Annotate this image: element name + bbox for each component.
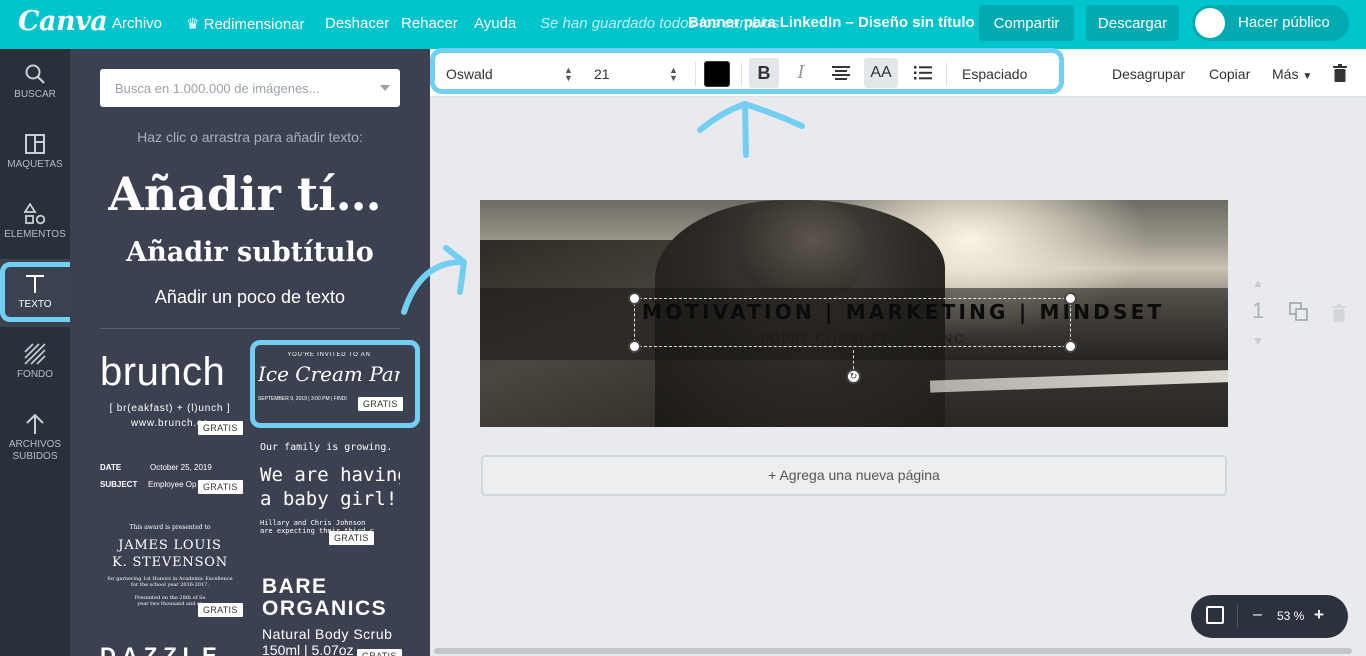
resize-handle-bottom-left[interactable]: [628, 340, 641, 353]
baby-title1: We are having: [260, 464, 400, 486]
make-public-label: Hacer público: [1238, 14, 1330, 31]
search-icon: [25, 64, 45, 84]
ungroup-button[interactable]: Desagrupar: [1112, 66, 1185, 82]
memo-subject-key: SUBJECT: [100, 480, 138, 489]
page-up-icon[interactable]: ▲: [1252, 276, 1264, 290]
background-railing: [929, 369, 1228, 393]
baby-title2: a baby girl!: [260, 488, 398, 510]
rail-label-archivos: ARCHIVOS SUBIDOS: [8, 439, 62, 462]
duplicate-page-icon[interactable]: [1289, 302, 1309, 322]
more-button[interactable]: Más ▼: [1272, 66, 1312, 82]
dazzle-title: DAZZLE: [100, 645, 240, 656]
make-public-toggle[interactable]: Hacer público: [1192, 5, 1349, 41]
trash-icon[interactable]: [1333, 64, 1347, 82]
memo-date-value: October 25, 2019: [150, 463, 212, 472]
menu-ayuda[interactable]: Ayuda: [474, 15, 516, 32]
menu-archivo[interactable]: Archivo: [112, 15, 162, 32]
rail-item-elementos[interactable]: ELEMENTOS: [0, 189, 70, 257]
present-icon[interactable]: [1206, 606, 1224, 624]
add-subheading-button[interactable]: Añadir subtítulo: [70, 237, 430, 268]
award-top: This award is presented to: [129, 524, 211, 531]
menu-redimensionar-label: Redimensionar: [203, 16, 305, 33]
award-name2: K. STEVENSON: [112, 555, 228, 570]
zoom-separator: [1237, 605, 1238, 628]
rail-item-buscar[interactable]: BUSCAR: [0, 49, 70, 117]
gratis-badge: GRATIS: [329, 531, 374, 545]
template-dazzle[interactable]: DAZZLE: [100, 645, 240, 656]
add-heading-button[interactable]: Añadir título: [108, 167, 392, 221]
resize-handle-top-left[interactable]: [628, 292, 641, 305]
brunch-line1: [ br(eakfast) + (l)unch ]: [109, 403, 231, 414]
bare-line2: ORGANICS: [262, 597, 388, 620]
panel-hint: Haz clic o arrastra para añadir texto:: [137, 129, 363, 145]
upload-icon: [26, 413, 44, 434]
image-search-input[interactable]: Busca en 1.000.000 de imágenes...: [100, 69, 400, 107]
download-button[interactable]: Descargar: [1086, 5, 1179, 41]
background-person-head: [735, 200, 865, 300]
toolbar-highlight-annotation: [430, 48, 1064, 94]
template-highlight-annotation: [250, 340, 420, 428]
toggle-knob: [1195, 8, 1225, 38]
gratis-badge: GRATIS: [198, 603, 243, 617]
rail-label-fondo: FONDO: [16, 369, 54, 380]
page-number: 1: [1252, 298, 1265, 323]
zoom-control: – 53 % +: [1191, 595, 1348, 638]
copy-button[interactable]: Copiar: [1209, 66, 1250, 82]
horizontal-scrollbar[interactable]: [434, 648, 1352, 654]
add-page-button[interactable]: + Agrega una nueva página: [481, 455, 1227, 496]
page-down-icon[interactable]: ▼: [1252, 334, 1264, 348]
zoom-in-button[interactable]: +: [1314, 605, 1324, 625]
shapes-icon: [24, 203, 46, 225]
rail-label-elementos: ELEMENTOS: [4, 229, 66, 240]
brunch-title: brunch: [100, 350, 226, 394]
document-title[interactable]: Banner para LinkedIn – Diseño sin título: [688, 14, 975, 31]
resize-handle-top-right[interactable]: [1064, 292, 1077, 305]
rotate-icon[interactable]: ↻: [846, 369, 861, 384]
bare-line3: Natural Body Scrub: [262, 626, 393, 642]
rail-item-fondo[interactable]: FONDO: [0, 329, 70, 397]
layout-icon: [25, 134, 45, 154]
add-body-text-button[interactable]: Añadir un poco de texto: [70, 287, 430, 308]
crown-icon: ♛: [186, 16, 200, 33]
award-desc2: for the school year 2016-2017.: [131, 582, 209, 588]
menu-deshacer[interactable]: Deshacer: [325, 15, 389, 32]
bare-line1: BARE: [262, 576, 328, 598]
selection-box[interactable]: [634, 298, 1071, 347]
rail-label-buscar: BUSCAR: [14, 89, 56, 100]
baby-top: Our family is growing.: [260, 442, 393, 453]
rotate-connector: [853, 350, 854, 369]
menu-rehacer[interactable]: Rehacer: [401, 15, 458, 32]
baby-sub1: Hillary and Chris Johnson: [260, 519, 366, 527]
share-button[interactable]: Compartir: [979, 5, 1074, 41]
memo-subject-value: Employee Op: [148, 480, 197, 489]
more-label: Más: [1272, 66, 1299, 82]
award-name1: JAMES LOUIS: [118, 538, 222, 553]
top-bar: Canva Archivo ♛ Redimensionar Deshacer R…: [0, 0, 1366, 49]
rail-item-archivos-subidos[interactable]: ARCHIVOS SUBIDOS: [0, 399, 70, 479]
gratis-badge: GRATIS: [198, 480, 243, 494]
gratis-badge: GRATIS: [357, 649, 402, 656]
background-icon: [24, 343, 46, 365]
chevron-down-icon[interactable]: [380, 85, 390, 91]
canva-logo[interactable]: Canva: [18, 6, 108, 37]
rail-item-maquetas[interactable]: MAQUETAS: [0, 119, 70, 187]
zoom-out-button[interactable]: –: [1253, 606, 1262, 624]
rail-label-maquetas: MAQUETAS: [7, 159, 63, 170]
gratis-badge: GRATIS: [198, 421, 243, 435]
delete-page-icon[interactable]: [1332, 304, 1346, 322]
memo-date-key: DATE: [100, 463, 122, 472]
left-rail: BUSCAR MAQUETAS ELEMENTOS TEXTO FONDO AR…: [0, 49, 70, 656]
resize-handle-bottom-right[interactable]: [1064, 340, 1077, 353]
caret-down-icon: ▼: [1302, 71, 1313, 82]
texto-highlight-annotation: [0, 262, 80, 322]
zoom-level[interactable]: 53 %: [1277, 609, 1304, 623]
search-placeholder: Busca en 1.000.000 de imágenes...: [115, 81, 320, 96]
template-bare-organics[interactable]: BARE ORGANICS Natural Body Scrub 150ml |…: [262, 576, 402, 656]
menu-redimensionar[interactable]: ♛ Redimensionar: [186, 15, 305, 33]
panel-divider: [100, 328, 400, 329]
